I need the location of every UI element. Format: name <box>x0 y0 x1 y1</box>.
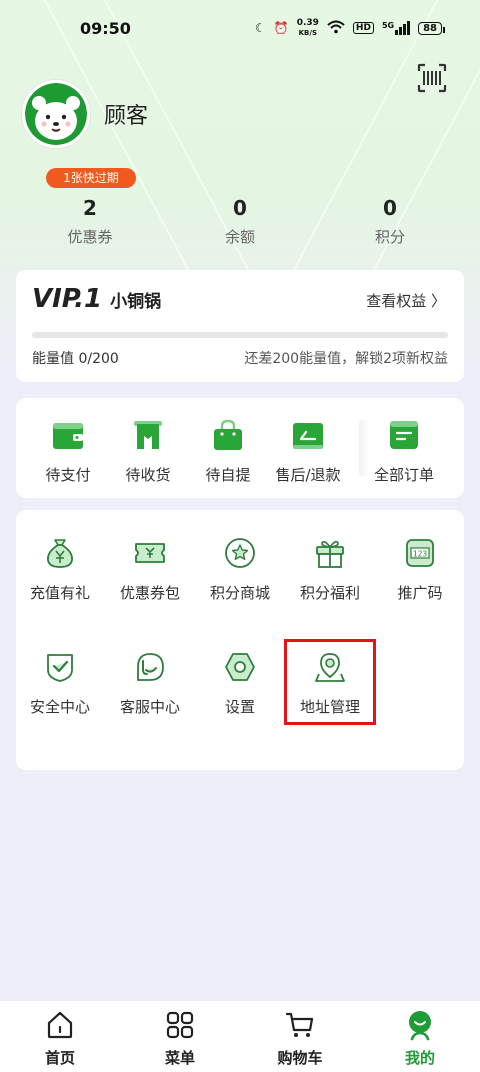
battery-icon: 88 <box>418 21 445 35</box>
money-bag-icon <box>47 539 73 568</box>
order-all[interactable]: 全部订单 <box>364 418 444 485</box>
hd-icon: HD <box>352 22 374 34</box>
profile-icon <box>409 1011 431 1041</box>
wallet-icon <box>53 423 83 449</box>
service-label: 积分福利 <box>299 584 360 602</box>
tab-label: 购物车 <box>277 1049 323 1067</box>
service-points-mall[interactable]: 积分商城 <box>195 536 285 603</box>
energy-progress-bar <box>32 332 448 338</box>
energy-hint: 还差200能量值，解锁2项新权益 <box>244 351 448 367</box>
tab-label: 首页 <box>44 1049 75 1067</box>
tab-cart[interactable]: 购物车 <box>255 1009 345 1068</box>
service-label: 充值有礼 <box>29 584 90 602</box>
order-label: 售后/退款 <box>275 466 341 484</box>
cart-icon <box>285 1012 314 1037</box>
order-pending-receipt[interactable]: 待收货 <box>108 418 188 485</box>
signal-icon: 5G <box>382 21 411 35</box>
service-points-welfare[interactable]: 积分福利 <box>285 536 375 603</box>
menu-grid-icon <box>166 1011 194 1039</box>
scan-icon[interactable] <box>416 62 448 94</box>
service-label: 客服中心 <box>119 698 180 716</box>
service-promo-code[interactable]: 123 推广码 <box>375 536 465 603</box>
avatar[interactable] <box>22 80 90 148</box>
alarm-icon: ⏰ <box>273 21 289 35</box>
selection-highlight <box>284 639 376 725</box>
service-label: 设置 <box>224 698 255 716</box>
status-time: 09:50 <box>80 18 131 38</box>
vip-level: VIP.1 <box>32 284 103 314</box>
return-icon <box>293 423 323 449</box>
code-icon: 123 <box>406 539 434 567</box>
tab-profile[interactable]: 我的 <box>375 1009 465 1068</box>
order-label: 待支付 <box>45 466 91 484</box>
status-bar: 09:50 ☾ ⏰ 0.39 KB/S HD 5G 88 <box>0 0 480 56</box>
moon-icon: ☾ <box>254 21 266 35</box>
orders-card: 待支付 待收货 待自提 售后/退款 全部订单 <box>16 398 464 498</box>
service-coupon-pack[interactable]: 优惠券包 <box>105 536 195 603</box>
order-list-icon <box>390 421 418 449</box>
stat-value: 2 <box>83 196 97 220</box>
service-customer-service[interactable]: 客服中心 <box>105 650 195 717</box>
coupon-expire-badge: 1张快过期 <box>46 168 136 188</box>
service-label: 优惠券包 <box>119 584 180 602</box>
profile-header[interactable]: 顾客 <box>22 80 148 148</box>
shield-icon <box>47 654 73 682</box>
status-icons: ☾ ⏰ 0.39 KB/S HD 5G 88 <box>254 18 445 38</box>
tab-label: 菜单 <box>164 1049 195 1067</box>
service-label: 安全中心 <box>29 698 90 716</box>
order-pending-pickup[interactable]: 待自提 <box>188 418 268 485</box>
service-label: 积分商城 <box>209 584 270 602</box>
stat-label: 优惠券 <box>67 228 113 246</box>
energy-value: 能量值 0/200 <box>32 351 119 367</box>
stat-points[interactable]: 0 积分 <box>330 168 450 247</box>
order-pending-payment[interactable]: 待支付 <box>28 418 108 485</box>
tab-home[interactable]: 首页 <box>15 1009 105 1068</box>
stat-value: 0 <box>383 196 397 220</box>
vip-name: 小铜锅 <box>110 292 162 312</box>
order-label: 全部订单 <box>373 466 434 484</box>
tab-label: 我的 <box>404 1049 435 1067</box>
order-label: 待收货 <box>125 466 171 484</box>
gift-icon <box>316 540 344 568</box>
order-after-sales[interactable]: 售后/退款 <box>268 418 348 485</box>
service-recharge-gift[interactable]: 充值有礼 <box>15 536 105 603</box>
settings-icon <box>225 653 255 681</box>
service-security-center[interactable]: 安全中心 <box>15 650 105 717</box>
stat-value: 0 <box>233 196 247 220</box>
shopping-bag-icon <box>214 419 242 450</box>
network-speed: 0.39 KB/S <box>296 18 319 37</box>
stat-label: 余额 <box>224 228 255 246</box>
stat-label: 积分 <box>374 228 405 246</box>
bookmark-icon <box>134 421 162 449</box>
order-label: 待自提 <box>205 466 251 484</box>
coupon-icon <box>135 543 165 563</box>
stat-balance[interactable]: 0 余额 <box>180 168 300 247</box>
view-benefits-link[interactable]: 查看权益 〉 <box>366 290 446 311</box>
chat-icon <box>137 653 164 681</box>
bottom-tab-bar: 首页 菜单 购物车 我的 <box>0 1000 480 1072</box>
service-settings[interactable]: 设置 <box>195 650 285 717</box>
wifi-icon <box>327 20 345 37</box>
star-badge-icon <box>225 538 255 568</box>
tab-menu[interactable]: 菜单 <box>135 1009 225 1068</box>
svg-text:123: 123 <box>413 550 428 559</box>
services-card: 充值有礼 优惠券包 积分商城 积分福利 123 推广码 安全中心 客服中心 设置… <box>16 510 464 770</box>
service-label: 推广码 <box>397 584 443 602</box>
home-icon <box>47 1011 73 1039</box>
vip-card[interactable]: VIP.1 小铜锅 查看权益 〉 能量值 0/200 还差200能量值，解锁2项… <box>16 270 464 382</box>
username: 顾客 <box>104 104 149 129</box>
